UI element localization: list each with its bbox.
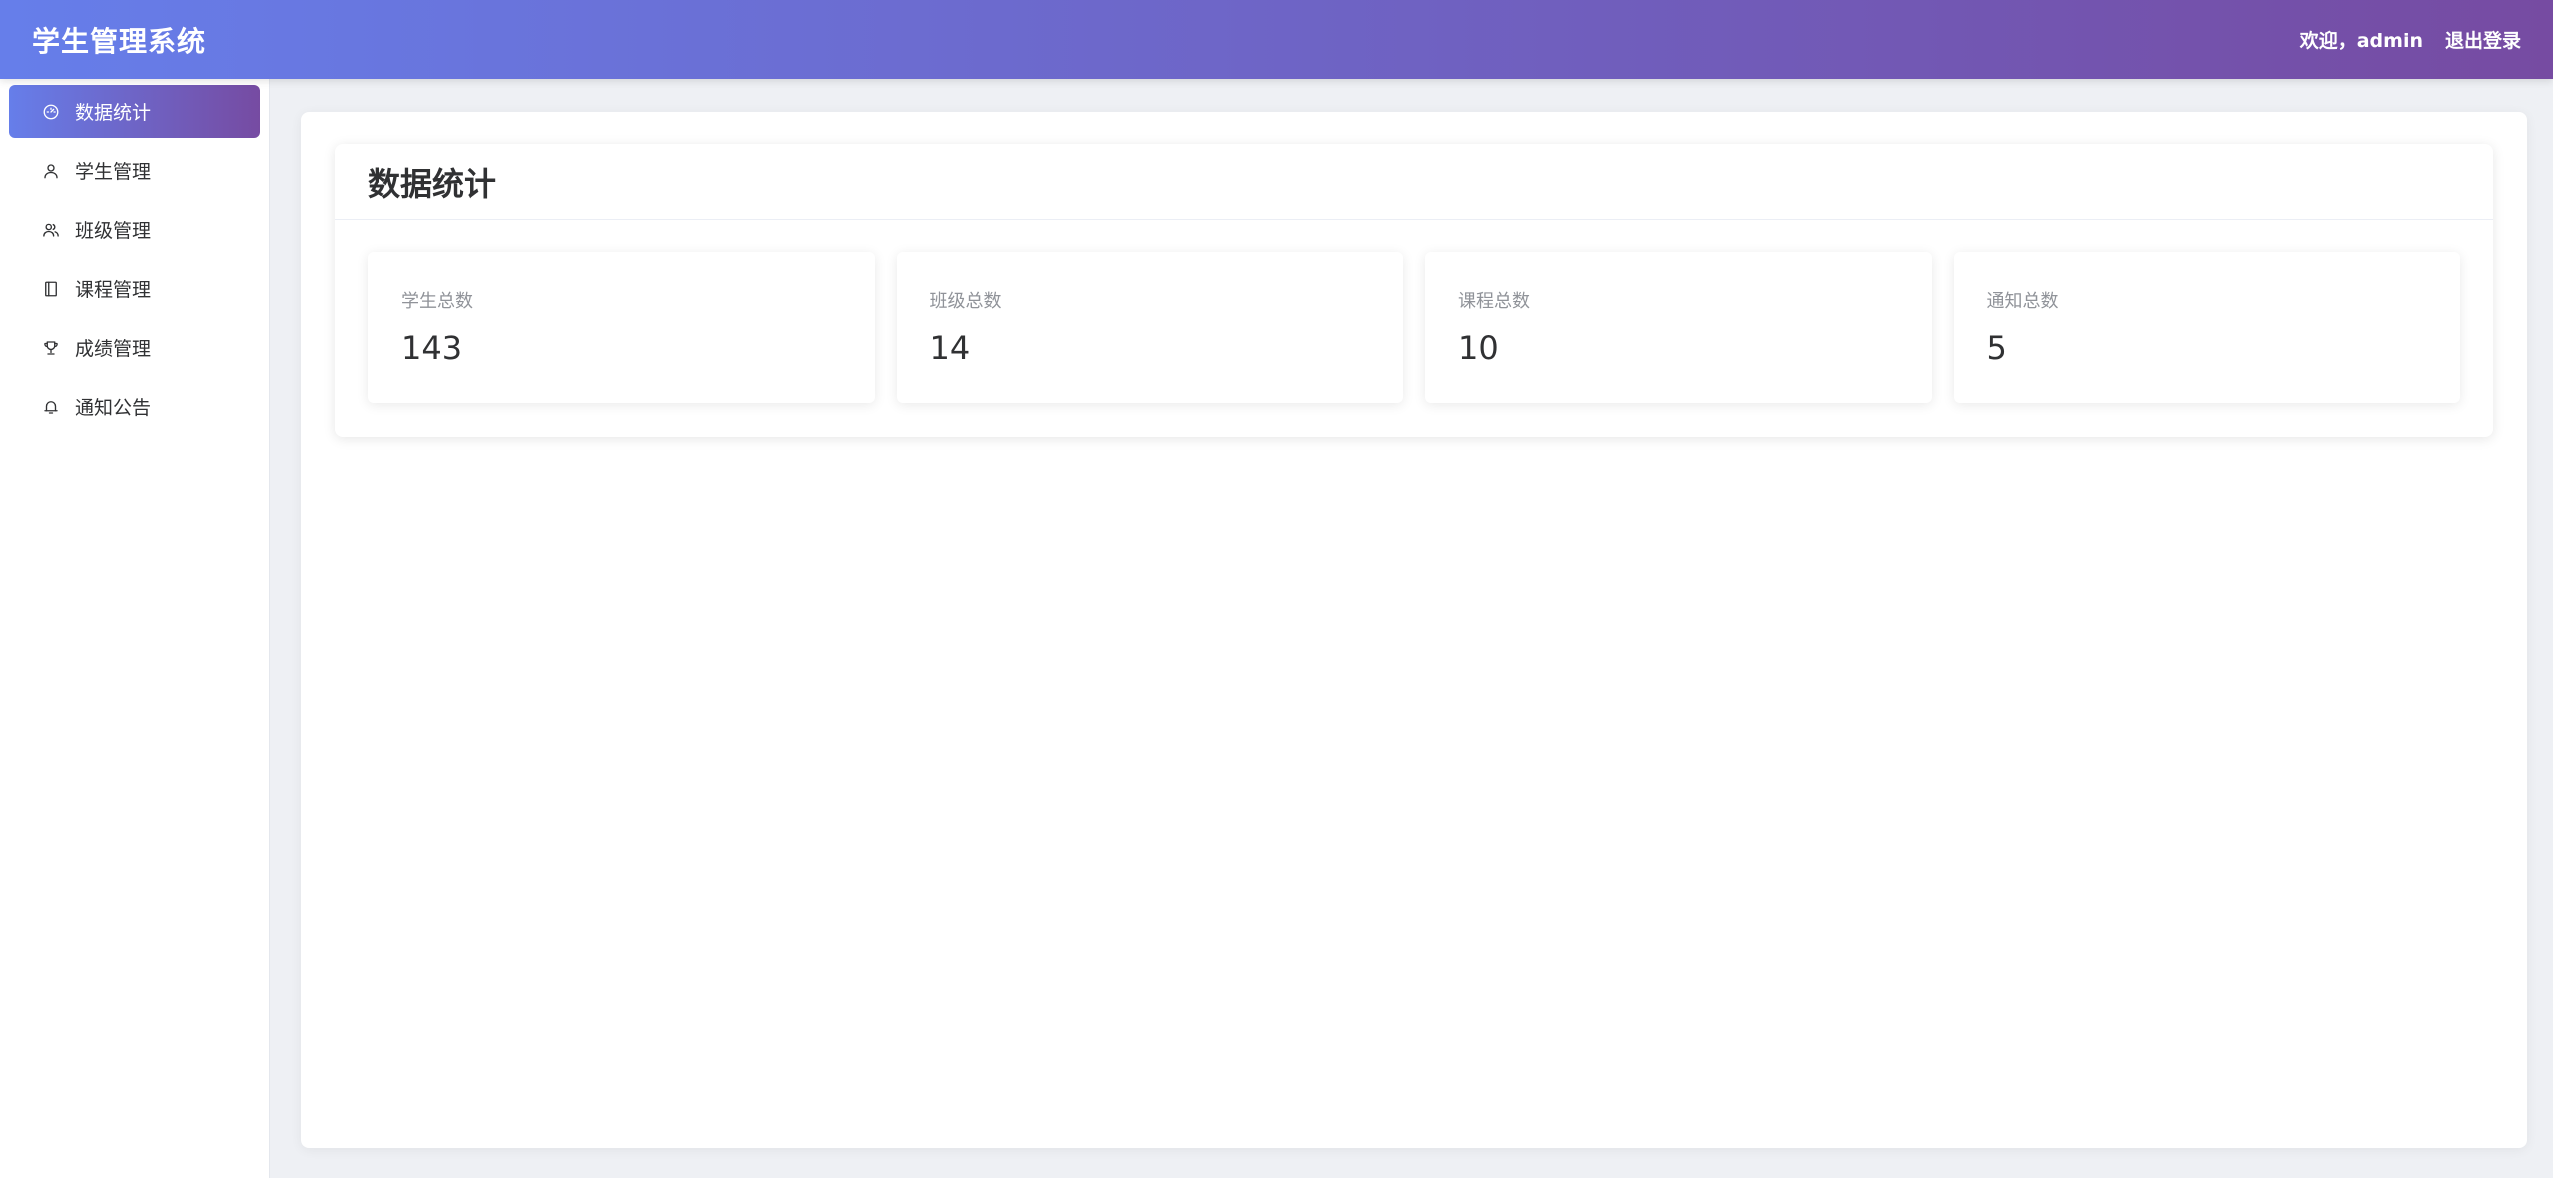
- sidebar-item-label: 班级管理: [75, 220, 152, 242]
- sidebar-item-label: 成绩管理: [75, 338, 152, 360]
- dashboard-icon: [41, 102, 61, 122]
- sidebar-item-classes[interactable]: 班级管理: [9, 203, 260, 256]
- page-title: 数据统计: [368, 164, 497, 203]
- top-header: 学生管理系统 欢迎，admin 退出登录: [0, 0, 2553, 79]
- stat-value: 14: [929, 329, 971, 367]
- notebook-icon: [41, 279, 61, 299]
- sidebar-item-label: 通知公告: [75, 397, 152, 419]
- statistics-card: 数据统计 学生总数 143 班级总数 14 课程总数 10 通知总数 5: [335, 144, 2493, 437]
- stat-card-students: 学生总数 143: [368, 252, 875, 403]
- stat-label: 学生总数: [401, 291, 473, 312]
- stat-label: 通知总数: [1986, 291, 2059, 312]
- welcome-prefix: 欢迎，: [2299, 30, 2357, 52]
- stat-value: 10: [1458, 329, 1499, 367]
- stat-card-classes: 班级总数 14: [896, 252, 1403, 403]
- sidebar-menu: 数据统计 学生管理 班级管理 课程管理 成绩管理 通知公告: [0, 79, 270, 1178]
- sidebar-item-label: 学生管理: [75, 161, 152, 183]
- stat-value: 143: [401, 329, 463, 367]
- welcome-text: 欢迎，admin: [2300, 26, 2423, 53]
- sidebar-item-label: 课程管理: [75, 279, 152, 301]
- logout-link[interactable]: 退出登录: [2445, 26, 2521, 53]
- bell-icon: [41, 397, 61, 417]
- user-group-icon: [41, 220, 61, 240]
- sidebar-item-notices[interactable]: 通知公告: [9, 380, 260, 433]
- sidebar-item-students[interactable]: 学生管理: [9, 144, 260, 197]
- stats-row: 学生总数 143 班级总数 14 课程总数 10 通知总数 5: [335, 220, 2493, 403]
- stat-card-courses: 课程总数 10: [1425, 252, 1932, 403]
- stat-label: 班级总数: [929, 291, 1002, 312]
- sidebar-item-grades[interactable]: 成绩管理: [9, 321, 260, 374]
- main-content: 数据统计 学生总数 143 班级总数 14 课程总数 10 通知总数 5: [301, 112, 2527, 1148]
- stat-value: 5: [1986, 329, 2007, 367]
- app-title: 学生管理系统: [32, 24, 207, 58]
- sidebar-item-statistics[interactable]: 数据统计: [9, 85, 260, 138]
- trophy-icon: [41, 338, 61, 358]
- header-user-area: 欢迎，admin 退出登录: [2300, 26, 2521, 53]
- sidebar-item-label: 数据统计: [75, 102, 152, 124]
- sidebar-item-courses[interactable]: 课程管理: [9, 262, 260, 315]
- username: admin: [2356, 30, 2423, 52]
- statistics-card-header: 数据统计: [335, 144, 2493, 220]
- stat-card-notices: 通知总数 5: [1953, 252, 2460, 403]
- stat-label: 课程总数: [1458, 291, 1530, 312]
- user-icon: [41, 161, 61, 181]
